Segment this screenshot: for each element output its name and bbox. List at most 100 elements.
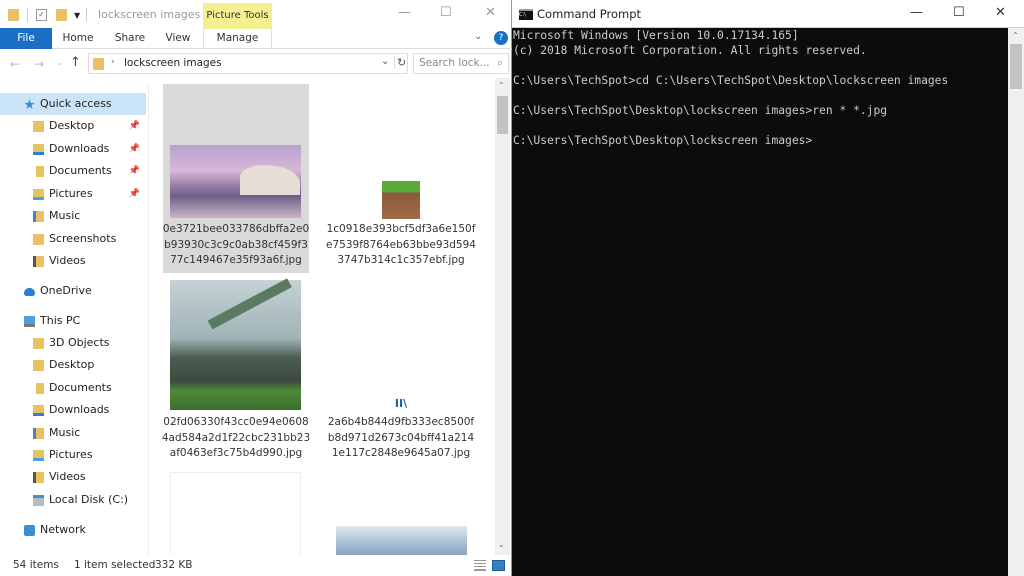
sidebar-item-label: Documents (49, 381, 112, 394)
sidebar-item-onedrive[interactable]: OneDrive (0, 280, 146, 302)
computer-icon (24, 316, 35, 327)
window-title: Command Prompt (537, 7, 642, 21)
sidebar-item-pictures[interactable]: Pictures (0, 444, 146, 466)
close-button[interactable]: ✕ (995, 5, 1006, 20)
file-item[interactable]: II\ 2a6b4b844d9fb333ec8500f b8d971d2673c0… (328, 277, 474, 465)
sidebar-item-label: Pictures (49, 448, 93, 461)
address-bar[interactable]: › lockscreen images ⌄ ↻ (88, 53, 408, 74)
sidebar-item-label: 3D Objects (49, 336, 110, 349)
cmd-title-bar: C:\ Command Prompt — ☐ ✕ (512, 0, 1024, 28)
search-input[interactable]: Search lock... ⌕ (413, 53, 509, 74)
tab-view[interactable]: View (158, 28, 198, 49)
scroll-up-icon[interactable]: ⌃ (498, 81, 505, 90)
pin-icon[interactable]: 📌 (129, 115, 140, 137)
file-name: 2a6b4b844d9fb333ec8500f b8d971d2673c04bff… (327, 416, 475, 459)
sidebar-item-label: Videos (49, 470, 86, 483)
minimize-button[interactable]: — (910, 5, 923, 20)
item-count: 54 items (13, 559, 59, 571)
sidebar-item-videos[interactable]: Videos (0, 466, 146, 488)
sidebar-item-quick-access[interactable]: Quick access (0, 93, 146, 115)
sidebar-item-desktop[interactable]: Desktop (0, 354, 146, 376)
breadcrumb-chevron-icon[interactable]: › (111, 57, 115, 67)
expand-ribbon-icon[interactable]: ⌄ (474, 31, 482, 42)
pin-icon[interactable]: 📌 (129, 160, 140, 182)
scroll-up-icon[interactable]: ⌃ (1012, 31, 1019, 40)
details-view-icon[interactable] (474, 560, 486, 571)
sidebar-item-music[interactable]: Music (0, 422, 146, 444)
scrollbar-thumb[interactable] (1010, 44, 1022, 89)
video-icon (33, 256, 44, 267)
help-icon[interactable]: ? (494, 31, 508, 45)
sidebar-item-label: OneDrive (40, 284, 92, 297)
download-icon (33, 144, 44, 155)
command-prompt-window: C:\ Command Prompt — ☐ ✕ Microsoft Windo… (512, 0, 1024, 576)
video-icon (33, 472, 44, 483)
maximize-button[interactable]: ☐ (440, 5, 452, 20)
address-dropdown-icon[interactable]: ⌄ (381, 56, 389, 67)
window-title: lockscreen images (98, 8, 201, 21)
sidebar-item-label: Documents (49, 164, 112, 177)
sidebar-item-local-disk-c[interactable]: Local Disk (C:) (0, 489, 146, 511)
refresh-icon[interactable]: ↻ (394, 56, 406, 69)
download-icon (33, 405, 44, 416)
folder-icon (33, 121, 44, 132)
up-button[interactable]: ↑ (70, 55, 81, 70)
sidebar-item-network[interactable]: Network (0, 519, 146, 541)
scrollbar-thumb[interactable] (497, 96, 508, 134)
sidebar-item-this-pc[interactable]: This PC (0, 310, 146, 332)
breadcrumb-current[interactable]: lockscreen images (124, 57, 222, 69)
vertical-scrollbar[interactable]: ⌃ ⌄ (495, 78, 510, 555)
sidebar-item-downloads[interactable]: Downloads 📌 (0, 138, 146, 160)
status-bar: 54 items 1 item selected 332 KB (0, 555, 512, 576)
sidebar-item-label: Pictures (49, 187, 93, 200)
sidebar-item-videos[interactable]: Videos (0, 250, 146, 272)
scroll-down-icon[interactable]: ⌄ (498, 540, 505, 549)
console-output[interactable]: Microsoft Windows [Version 10.0.17134.16… (512, 28, 1008, 576)
picture-tools-label: Picture Tools (203, 3, 272, 29)
pictures-icon (33, 450, 44, 461)
forward-button[interactable]: → (34, 57, 44, 71)
search-placeholder: Search lock... (419, 57, 490, 69)
tab-share[interactable]: Share (108, 28, 152, 49)
folder-icon (33, 234, 44, 245)
sidebar-item-downloads[interactable]: Downloads (0, 399, 146, 421)
pictures-icon (33, 189, 44, 200)
console-line: C:\Users\TechSpot\Desktop\lockscreen ima… (513, 134, 813, 147)
sidebar-item-music[interactable]: Music (0, 205, 146, 227)
maximize-button[interactable]: ☐ (953, 5, 965, 20)
tab-file[interactable]: File (0, 28, 52, 49)
folder-icon (33, 360, 44, 371)
vertical-scrollbar[interactable]: ⌃ (1008, 28, 1024, 576)
sidebar-item-documents[interactable]: Documents (0, 377, 146, 399)
document-icon (33, 383, 44, 394)
file-thumbnail[interactable] (336, 526, 467, 555)
pin-icon[interactable]: 📌 (129, 183, 140, 205)
recent-locations-icon[interactable]: ⌄ (56, 58, 63, 67)
console-line: C:\Users\TechSpot>cd C:\Users\TechSpot\D… (513, 74, 949, 87)
star-icon (24, 99, 35, 110)
tab-manage[interactable]: Manage (203, 28, 272, 49)
file-name: 0e3721bee033786dbffa2e0 b93930c3c9c0ab38c… (162, 223, 310, 266)
close-button[interactable]: ✕ (485, 5, 496, 20)
sidebar-item-desktop[interactable]: Desktop 📌 (0, 115, 146, 137)
pin-icon[interactable]: 📌 (129, 138, 140, 160)
tab-home[interactable]: Home (56, 28, 100, 49)
file-item[interactable]: 1c0918e393bcf5df3a6e150f e7539f8764eb63bb… (326, 84, 476, 273)
properties-icon[interactable]: ✓ (36, 9, 47, 21)
file-item[interactable]: 02fd06330f43cc0e94e0608 4ad584a2d1f22cbc2… (162, 277, 310, 465)
minimize-button[interactable]: — (398, 5, 411, 20)
navigation-pane: Quick access Desktop 📌 Downloads 📌 Documents 📌… (0, 85, 150, 555)
file-thumbnail[interactable] (170, 472, 301, 555)
sidebar-item-pictures[interactable]: Pictures 📌 (0, 183, 146, 205)
document-icon (33, 166, 44, 177)
sidebar-item-screenshots[interactable]: Screenshots (0, 228, 146, 250)
new-folder-icon[interactable] (56, 9, 67, 21)
sidebar-item-documents[interactable]: Documents 📌 (0, 160, 146, 182)
selection-size: 332 KB (155, 559, 193, 571)
customize-chevron-icon[interactable]: ▼ (74, 11, 80, 20)
large-icons-view-icon[interactable] (492, 560, 505, 571)
back-button[interactable]: ← (10, 57, 20, 71)
sidebar-item-3d-objects[interactable]: 3D Objects (0, 332, 146, 354)
file-item[interactable]: 0e3721bee033786dbffa2e0 b93930c3c9c0ab38c… (163, 84, 309, 273)
